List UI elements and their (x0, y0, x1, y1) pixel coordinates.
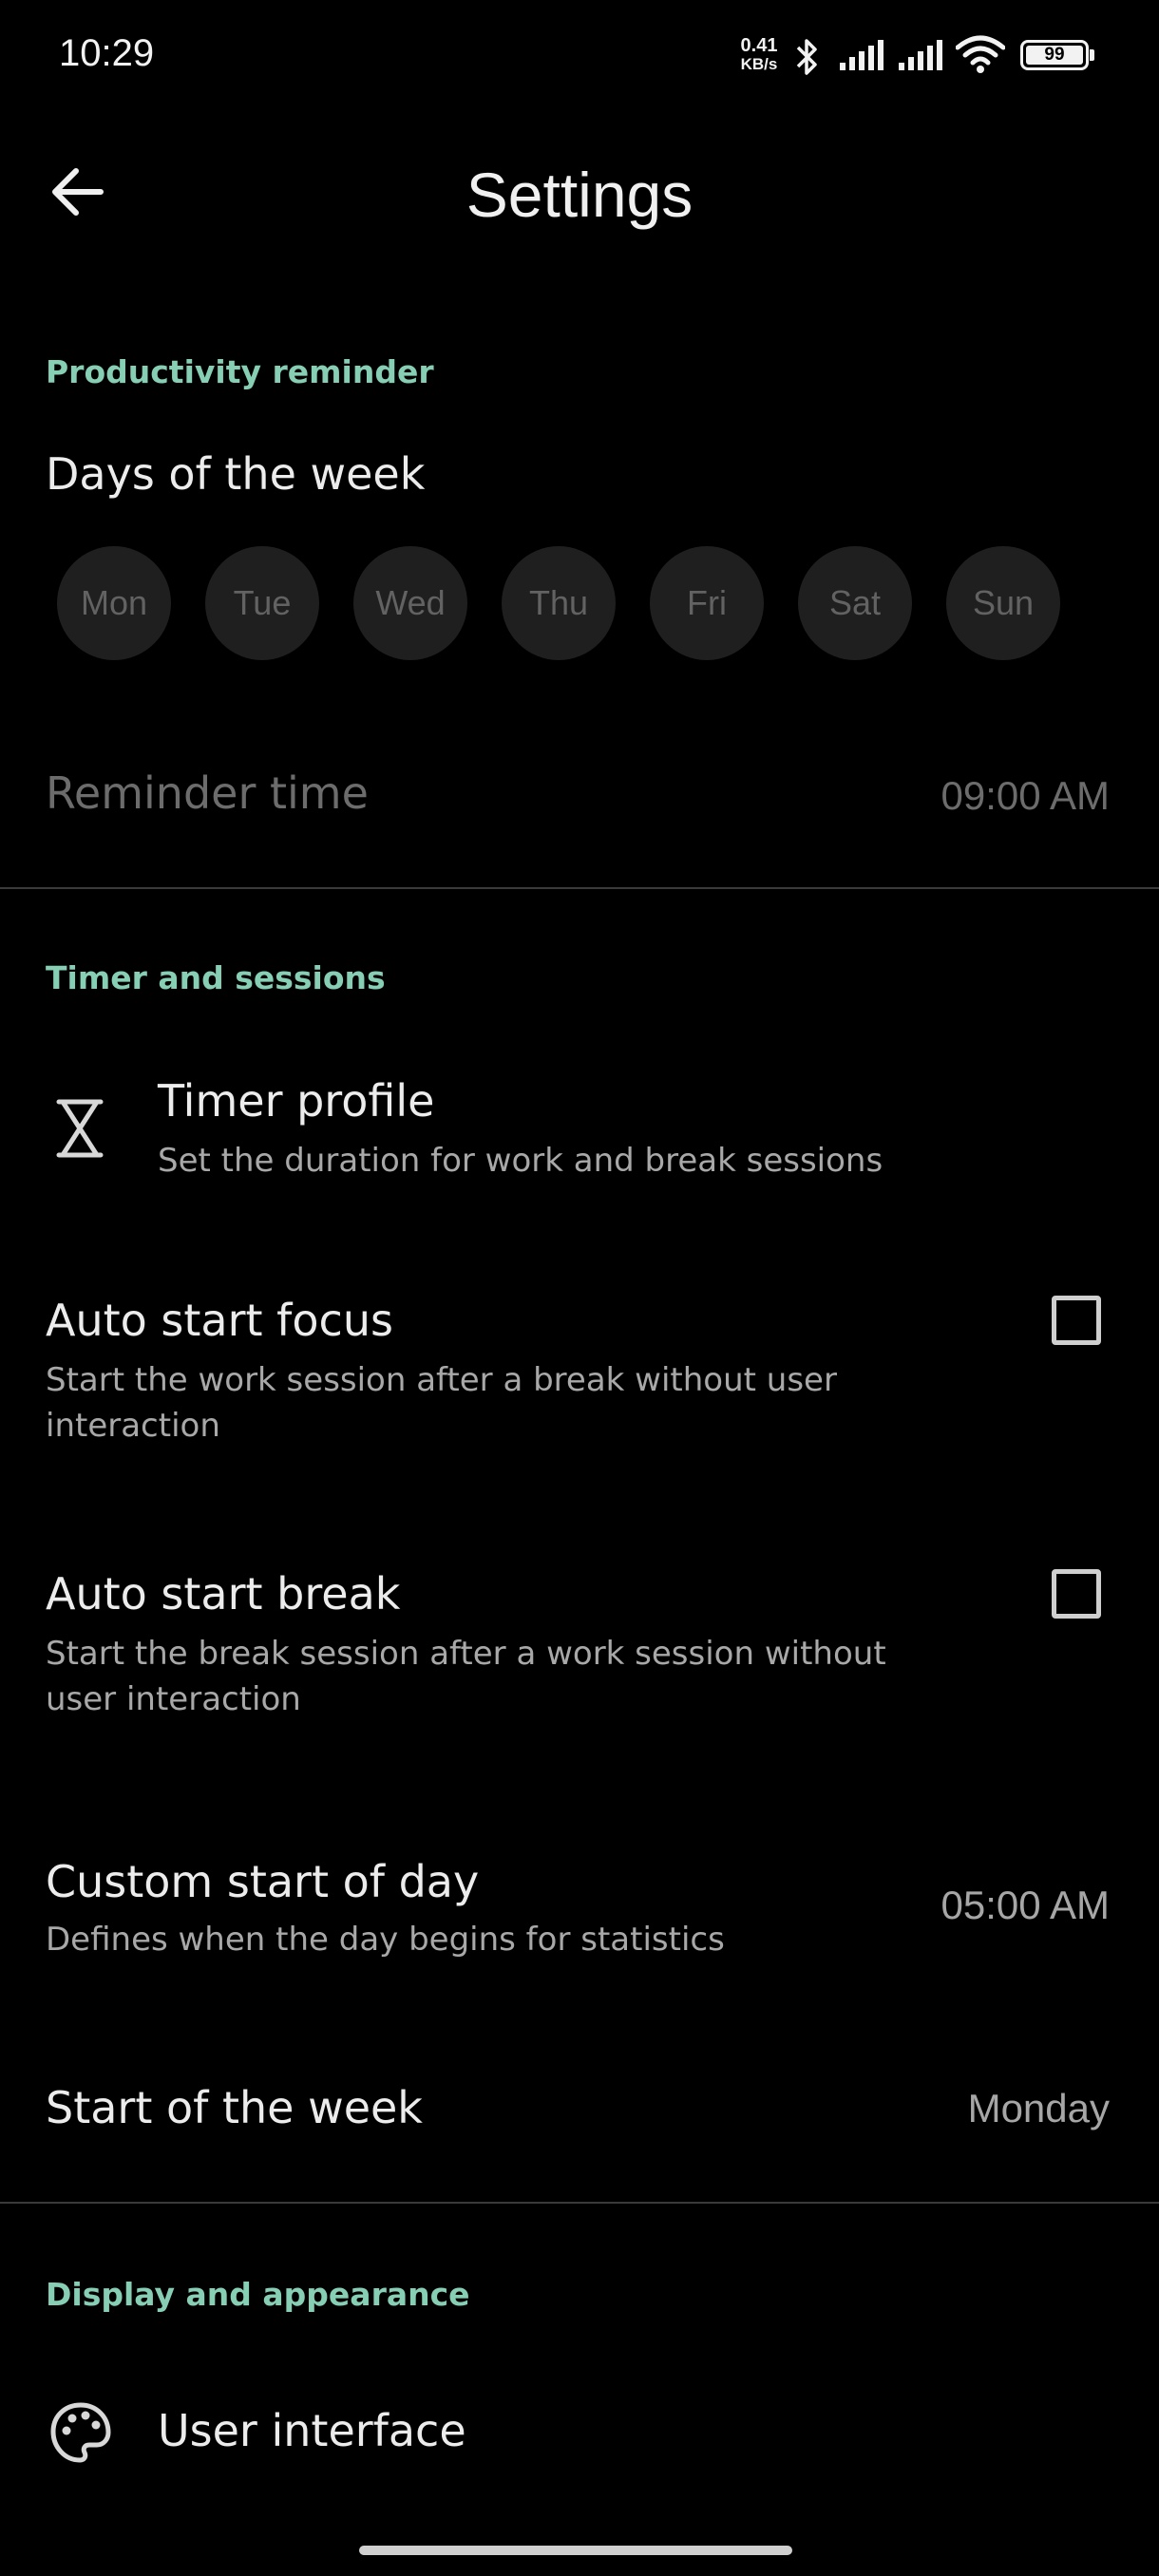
wifi-icon (956, 35, 1005, 73)
section-header-display: Display and appearance (46, 2276, 470, 2313)
auto-start-focus-row[interactable]: Auto start focus Start the work session … (0, 1278, 1159, 1458)
status-time: 10:29 (59, 32, 155, 74)
battery-icon: 99 (1020, 40, 1089, 70)
auto-start-focus-subtitle-line1: Start the work session after a break wit… (46, 1361, 837, 1399)
net-speed-value: 0.41 (740, 35, 778, 56)
hourglass-icon (56, 1099, 104, 1158)
auto-start-focus-checkbox[interactable] (1052, 1296, 1101, 1345)
day-chip-thu[interactable]: Thu (502, 546, 616, 660)
days-of-week-label: Days of the week (46, 448, 426, 500)
custom-start-of-day-row[interactable]: Custom start of day Defines when the day… (0, 1843, 1159, 1976)
home-indicator[interactable] (359, 2546, 792, 2555)
start-of-week-value: Monday (967, 2086, 1110, 2131)
timer-profile-subtitle: Set the duration for work and break sess… (158, 1142, 884, 1180)
signal-icon (840, 40, 884, 70)
auto-start-break-subtitle-line1: Start the break session after a work ses… (46, 1635, 886, 1673)
user-interface-title: User interface (158, 2405, 466, 2456)
palette-icon (50, 2402, 111, 2463)
auto-start-break-title: Auto start break (46, 1568, 401, 1619)
divider (0, 2202, 1159, 2204)
section-header-productivity: Productivity reminder (46, 353, 434, 390)
auto-start-break-checkbox[interactable] (1052, 1569, 1101, 1619)
timer-profile-title: Timer profile (158, 1075, 435, 1127)
timer-profile-row[interactable]: Timer profile Set the duration for work … (0, 1064, 1159, 1197)
day-chip-sat[interactable]: Sat (798, 546, 912, 660)
user-interface-row[interactable]: User interface (0, 2375, 1159, 2489)
auto-start-focus-title: Auto start focus (46, 1295, 393, 1346)
custom-start-of-day-subtitle: Defines when the day begins for statisti… (46, 1921, 725, 1959)
start-of-week-row[interactable]: Start of the week Monday (0, 2061, 1159, 2156)
auto-start-break-subtitle-line2: user interaction (46, 1680, 301, 1718)
day-chip-sun[interactable]: Sun (946, 546, 1060, 660)
divider (0, 887, 1159, 889)
day-chip-tue[interactable]: Tue (205, 546, 319, 660)
reminder-time-value: 09:00 AM (940, 773, 1110, 818)
page-title: Settings (466, 160, 694, 230)
auto-start-focus-subtitle-line2: interaction (46, 1407, 220, 1445)
reminder-time-label: Reminder time (46, 767, 369, 819)
battery-tip (1090, 49, 1094, 61)
reminder-time-row[interactable]: Reminder time 09:00 AM (0, 741, 1159, 855)
net-speed-unit: KB/s (740, 55, 778, 73)
section-header-timer: Timer and sessions (46, 959, 386, 996)
signal-icon-2 (899, 40, 942, 70)
day-chip-wed[interactable]: Wed (353, 546, 467, 660)
net-speed: 0.41 KB/s (737, 36, 781, 74)
custom-start-of-day-value: 05:00 AM (940, 1883, 1110, 1927)
battery-level: 99 (1026, 46, 1083, 65)
start-of-week-title: Start of the week (46, 2082, 423, 2133)
bluetooth-icon (796, 39, 817, 75)
auto-start-break-row[interactable]: Auto start break Start the break session… (0, 1551, 1159, 1732)
custom-start-of-day-title: Custom start of day (46, 1856, 480, 1907)
day-chip-mon[interactable]: Mon (57, 546, 171, 660)
day-chip-fri[interactable]: Fri (650, 546, 764, 660)
